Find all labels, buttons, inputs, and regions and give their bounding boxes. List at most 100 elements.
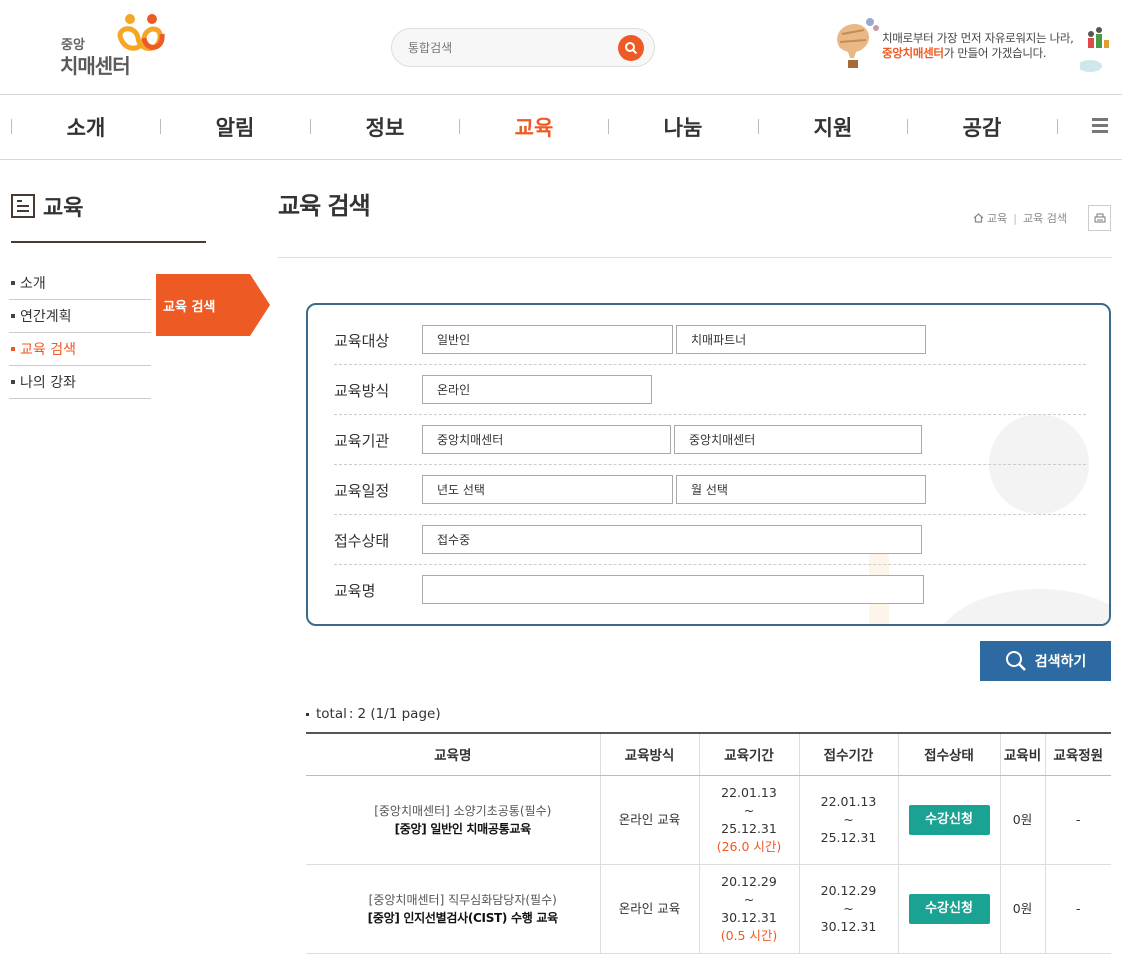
column-header: 교육명 [306, 733, 601, 776]
period-start: 20.12.29 [721, 873, 777, 889]
period-start: 20.12.29 [820, 882, 877, 898]
course-method: 온라인 교육 [600, 864, 700, 954]
gnb-divider [1057, 119, 1058, 134]
course-title-cell[interactable]: [중앙치매센터] 직무심화담당자(필수) [중앙] 인지선별검사(CIST) 수… [306, 864, 601, 954]
form-label: 접수상태 [334, 531, 390, 550]
active-menu-flag-label: 교육 검색 [163, 300, 216, 315]
form-label: 교육대상 [334, 331, 390, 350]
sidebar-item-annual-plan[interactable]: 연간계획 [9, 300, 151, 333]
registration-status: 수강신청 [898, 864, 1001, 954]
search-form: 교육대상 일반인 치매파트너 교육방식 온라인 교육기관 중앙치매센터 중앙치매… [306, 303, 1111, 626]
table-row: [중앙치매센터] 소양기초공통(필수) [중앙] 일반인 치매공통교육 온라인 … [306, 775, 1111, 865]
print-button[interactable] [1088, 205, 1111, 231]
period-start: 22.01.13 [820, 793, 877, 809]
header-slogan: 치매로부터 가장 먼저 자유로워지는 나라, 중앙치매센터가 만들어 가겠습니다… [830, 14, 1115, 84]
target-select-2[interactable]: 치매파트너 [676, 325, 926, 354]
search-submit-button[interactable]: 검색하기 [980, 641, 1111, 681]
result-table: 교육명 교육방식 교육기간 접수기간 접수상태 교육비 교육정원 [중앙치매센터… [306, 732, 1111, 954]
breadcrumb-separator: | [1013, 211, 1017, 225]
sidebar-item-label: 연간계획 [20, 309, 72, 325]
status-select[interactable]: 접수중 [422, 525, 922, 554]
apply-button[interactable]: 수강신청 [908, 893, 990, 924]
course-hours: (0.5 시간) [720, 927, 778, 943]
form-label: 교육명 [334, 581, 376, 600]
target-select-1[interactable]: 일반인 [422, 325, 673, 354]
form-label: 교육기관 [334, 431, 390, 450]
form-row-method: 교육방식 온라인 [334, 365, 1086, 415]
site-logo[interactable]: 중앙 치매센터 [58, 12, 178, 78]
form-row-name: 교육명 [334, 565, 1086, 615]
course-period: 22.01.13 ~ 25.12.31 (26.0 시간) [699, 775, 800, 865]
home-icon[interactable] [973, 213, 984, 223]
sidebar-item-label: 소개 [20, 276, 46, 292]
table-row: [중앙치매센터] 직무심화담당자(필수) [중앙] 인지선별검사(CIST) 수… [306, 864, 1111, 954]
sidebar-item-label: 나의 강좌 [20, 375, 76, 391]
course-capacity: - [1045, 864, 1111, 954]
gnb-item-empathy[interactable]: 공감 [907, 95, 1057, 159]
balloon-illustration-icon [837, 18, 879, 68]
column-header: 교육정원 [1045, 733, 1111, 776]
gnb-item-intro[interactable]: 소개 [11, 95, 161, 159]
slogan-line-1: 치매로부터 가장 먼저 자유로워지는 나라, [882, 31, 1074, 45]
slogan-line-2: 가 만들어 가겠습니다. [943, 46, 1047, 60]
select-value: 년도 선택 [437, 483, 485, 497]
table-header-row: 교육명 교육방식 교육기간 접수기간 접수상태 교육비 교육정원 [306, 733, 1111, 776]
method-select[interactable]: 온라인 [422, 375, 652, 404]
search-submit-label: 검색하기 [1034, 653, 1087, 669]
sidebar-item-intro[interactable]: 소개 [9, 267, 151, 300]
column-header: 교육기간 [699, 733, 800, 776]
form-row-schedule: 교육일정 년도 선택 월 선택 [334, 465, 1086, 515]
course-category: [중앙치매센터] 소양기초공통(필수) [374, 803, 552, 818]
form-row-status: 접수상태 접수중 [334, 515, 1086, 565]
course-hours: (26.0 시간) [716, 838, 782, 854]
breadcrumb-item[interactable]: 교육 [987, 210, 1007, 226]
registration-status: 수강신청 [898, 775, 1001, 865]
course-fee: 0원 [1000, 775, 1046, 865]
period-tilde: ~ [743, 802, 755, 818]
month-select[interactable]: 월 선택 [676, 475, 926, 504]
course-method: 온라인 교육 [600, 775, 700, 865]
registration-period: 22.01.13 ~ 25.12.31 [799, 775, 899, 865]
course-title[interactable]: [중앙] 인지선별검사(CIST) 수행 교육 [326, 909, 600, 927]
sidebar-item-my-courses[interactable]: 나의 강좌 [9, 366, 151, 399]
org-select-1[interactable]: 중앙치매센터 [422, 425, 671, 454]
search-icon [1005, 651, 1026, 671]
sidebar-title: 교육 [11, 190, 83, 222]
global-nav: 소개 알림 정보 교육 나눔 지원 공감 [0, 94, 1122, 160]
total-label: total [316, 706, 347, 722]
hamburger-icon[interactable] [1092, 118, 1108, 134]
gnb-item-notice[interactable]: 알림 [160, 95, 310, 159]
period-end: 25.12.31 [820, 829, 877, 845]
apply-button[interactable]: 수강신청 [908, 804, 990, 835]
period-tilde: ~ [743, 891, 755, 907]
form-label: 교육일정 [334, 481, 390, 500]
column-header: 교육방식 [600, 733, 700, 776]
select-value: 중앙치매센터 [689, 433, 756, 447]
year-select[interactable]: 년도 선택 [422, 475, 673, 504]
gnb-item-share[interactable]: 나눔 [608, 95, 758, 159]
breadcrumb: 교육 | 교육 검색 [973, 210, 1067, 226]
sidebar-item-education-search[interactable]: 교육 검색 [9, 333, 151, 366]
gnb-item-info[interactable]: 정보 [310, 95, 460, 159]
course-period: 20.12.29 ~ 30.12.31 (0.5 시간) [699, 864, 800, 954]
sidebar-menu: 소개 연간계획 교육 검색 나의 강좌 [9, 267, 151, 399]
global-search-input[interactable] [408, 37, 608, 59]
course-title[interactable]: [중앙] 일반인 치매공통교육 [326, 820, 600, 838]
people-illustration-icon [1080, 27, 1109, 72]
select-value: 중앙치매센터 [437, 433, 504, 447]
column-header: 교육비 [1000, 733, 1046, 776]
breadcrumb-item[interactable]: 교육 검색 [1023, 210, 1067, 226]
column-header: 접수상태 [898, 733, 1001, 776]
org-select-2[interactable]: 중앙치매센터 [674, 425, 922, 454]
page-title: 교육 검색 [278, 192, 371, 220]
gnb-item-education[interactable]: 교육 [459, 95, 609, 159]
search-button[interactable] [618, 35, 644, 61]
sidebar-title-underline [11, 241, 206, 243]
title-divider [278, 257, 1112, 258]
select-value: 일반인 [437, 333, 471, 347]
period-tilde: ~ [843, 900, 854, 916]
course-name-input[interactable] [422, 575, 924, 604]
gnb-item-support[interactable]: 지원 [758, 95, 908, 159]
course-title-cell[interactable]: [중앙치매센터] 소양기초공통(필수) [중앙] 일반인 치매공통교육 [306, 775, 601, 865]
select-value: 치매파트너 [691, 333, 747, 347]
